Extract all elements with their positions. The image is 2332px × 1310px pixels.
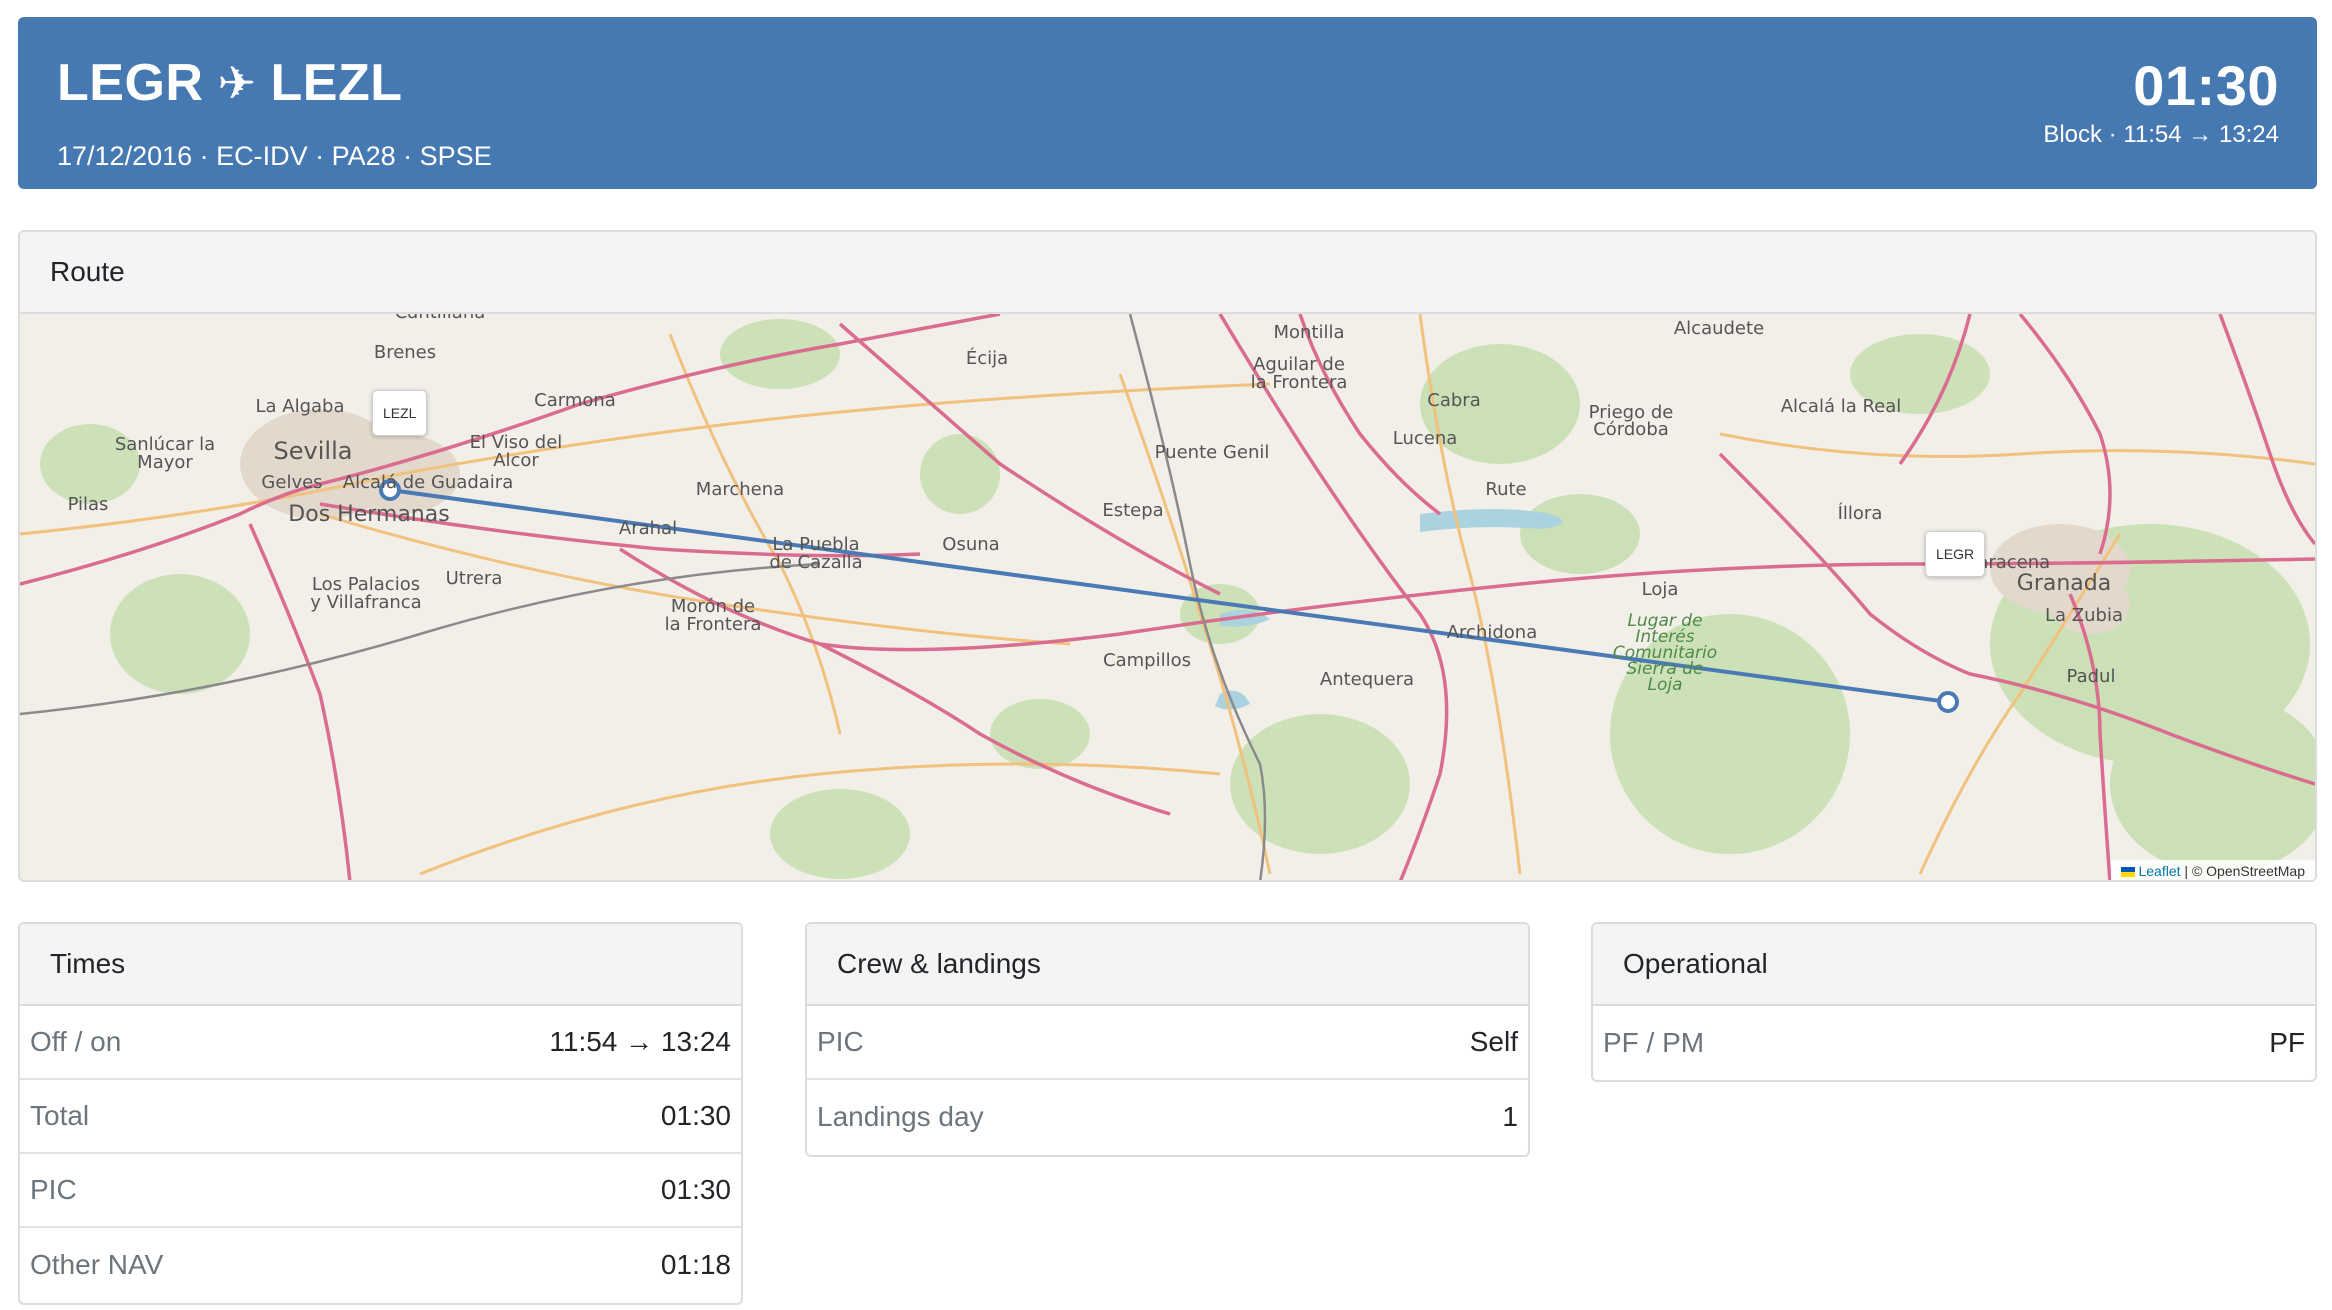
destination-marker-label[interactable]: LEGR — [1925, 531, 1986, 577]
row-label: Other NAV — [30, 1249, 164, 1280]
crew-row-pic: PIC Self — [807, 1006, 1528, 1080]
origin-code: LEGR — [57, 54, 204, 112]
row-value: 01:18 — [660, 1249, 731, 1280]
route-card-title: Route — [20, 232, 2315, 314]
row-value: PF — [2269, 1027, 2305, 1058]
times-row-off-on: Off / on 11:54 → 13:24 — [20, 1006, 741, 1080]
svg-text:Écija: Écija — [966, 347, 1008, 369]
svg-text:Antequera: Antequera — [1320, 669, 1414, 690]
svg-text:Mayor: Mayor — [137, 452, 193, 473]
row-label: Total — [30, 1100, 90, 1131]
ukraine-flag-icon — [2120, 867, 2135, 878]
svg-text:Marchena: Marchena — [696, 479, 784, 500]
svg-text:Arahal: Arahal — [619, 518, 677, 539]
svg-text:Alcor: Alcor — [493, 450, 539, 471]
crew-row-landings-day: Landings day 1 — [807, 1080, 1528, 1154]
origin-marker-label[interactable]: LEZL — [372, 390, 428, 436]
crew-card-title: Crew & landings — [807, 924, 1528, 1006]
svg-text:Puente Genil: Puente Genil — [1155, 442, 1270, 463]
svg-text:Sevilla: Sevilla — [274, 437, 353, 465]
map-tiles: Cantillana Brenes La Algaba Carmona Sanl… — [20, 314, 2315, 880]
flight-header: LEGR ✈ LEZL 17/12/2016 · EC-IDV · PA28 ·… — [18, 17, 2317, 189]
crew-landings-card: Crew & landings PIC Self Landings day 1 — [805, 922, 1530, 1157]
row-label: PIC — [817, 1026, 864, 1057]
svg-text:Alcalá de Guadaira: Alcalá de Guadaira — [343, 472, 514, 493]
route-card: Route Brenes La Algaba Carmona Sanlúcar … — [18, 230, 2317, 882]
osm-attribution: | © OpenStreetMap — [2180, 863, 2305, 879]
row-label: Off / on — [30, 1026, 122, 1057]
svg-text:Estepa: Estepa — [1102, 500, 1163, 521]
svg-text:Cabra: Cabra — [1427, 390, 1480, 411]
svg-text:Dos Hermanas: Dos Hermanas — [288, 502, 449, 527]
times-card-title: Times — [20, 924, 741, 1006]
flight-title: LEGR ✈ LEZL — [57, 53, 402, 113]
svg-text:Córdoba: Córdoba — [1593, 419, 1669, 440]
leaflet-link[interactable]: Leaflet — [2138, 863, 2180, 879]
svg-text:Alcalá la Real: Alcalá la Real — [1781, 396, 1902, 417]
times-row-other-nav: Other NAV 01:18 — [20, 1228, 741, 1302]
map-attribution: Leaflet | © OpenStreetMap — [2110, 860, 2315, 880]
svg-text:Carmona: Carmona — [534, 390, 616, 411]
svg-text:Campillos: Campillos — [1103, 650, 1191, 671]
block-range: Block · 11:54 → 13:24 — [2043, 120, 2279, 148]
svg-text:La Zubia: La Zubia — [2045, 605, 2123, 626]
row-label: PIC — [30, 1174, 77, 1205]
svg-text:y Villafranca: y Villafranca — [310, 592, 421, 613]
block-time: 01:30 — [2133, 54, 2279, 117]
svg-text:La Algaba: La Algaba — [255, 396, 344, 417]
svg-text:Brenes: Brenes — [374, 342, 436, 363]
svg-text:Íllora: Íllora — [1838, 502, 1883, 524]
row-label: Landings day — [817, 1101, 984, 1132]
destination-code: LEZL — [270, 54, 403, 112]
svg-text:Utrera: Utrera — [446, 568, 503, 589]
airplane-icon: ✈ — [217, 57, 257, 109]
times-card: Times Off / on 11:54 → 13:24 Total 01:30… — [18, 922, 743, 1305]
route-map[interactable]: Cantillana Brenes La Algaba Carmona Sanl… — [20, 314, 2315, 880]
svg-text:Pilas: Pilas — [68, 494, 109, 515]
svg-text:Rute: Rute — [1485, 479, 1526, 500]
svg-text:Montilla: Montilla — [1273, 322, 1344, 343]
svg-text:Loja: Loja — [1642, 579, 1679, 600]
svg-text:Gelves: Gelves — [261, 472, 322, 493]
svg-text:Alcaudete: Alcaudete — [1674, 318, 1764, 339]
operational-card-title: Operational — [1593, 924, 2315, 1006]
row-value: 01:30 — [660, 1174, 731, 1205]
svg-text:la Frontera: la Frontera — [1251, 372, 1348, 393]
times-row-total: Total 01:30 — [20, 1080, 741, 1154]
block-time-summary: 01:30 Block · 11:54 → 13:24 — [2043, 55, 2279, 149]
row-label: PF / PM — [1603, 1027, 1705, 1058]
ops-row-pf-pm: PF / PM PF — [1593, 1006, 2315, 1080]
row-value: 11:54 → 13:24 — [549, 1026, 731, 1057]
svg-text:de Cazalla: de Cazalla — [769, 552, 862, 573]
row-value: Self — [1469, 1026, 1518, 1057]
flight-subtitle: 17/12/2016 · EC-IDV · PA28 · SPSE — [57, 141, 492, 171]
svg-text:Cantillana: Cantillana — [395, 314, 486, 323]
svg-text:Osuna: Osuna — [942, 534, 999, 555]
row-value: 1 — [1502, 1101, 1518, 1132]
svg-text:Granada: Granada — [2017, 571, 2111, 596]
times-row-pic: PIC 01:30 — [20, 1154, 741, 1228]
operational-card: Operational PF / PM PF — [1591, 922, 2317, 1082]
svg-text:Archidona: Archidona — [1447, 622, 1538, 643]
svg-text:Lucena: Lucena — [1393, 428, 1458, 449]
svg-text:Padul: Padul — [2067, 666, 2116, 687]
svg-text:Loja: Loja — [1647, 675, 1682, 695]
row-value: 01:30 — [660, 1100, 731, 1131]
svg-text:la Frontera: la Frontera — [665, 614, 762, 635]
